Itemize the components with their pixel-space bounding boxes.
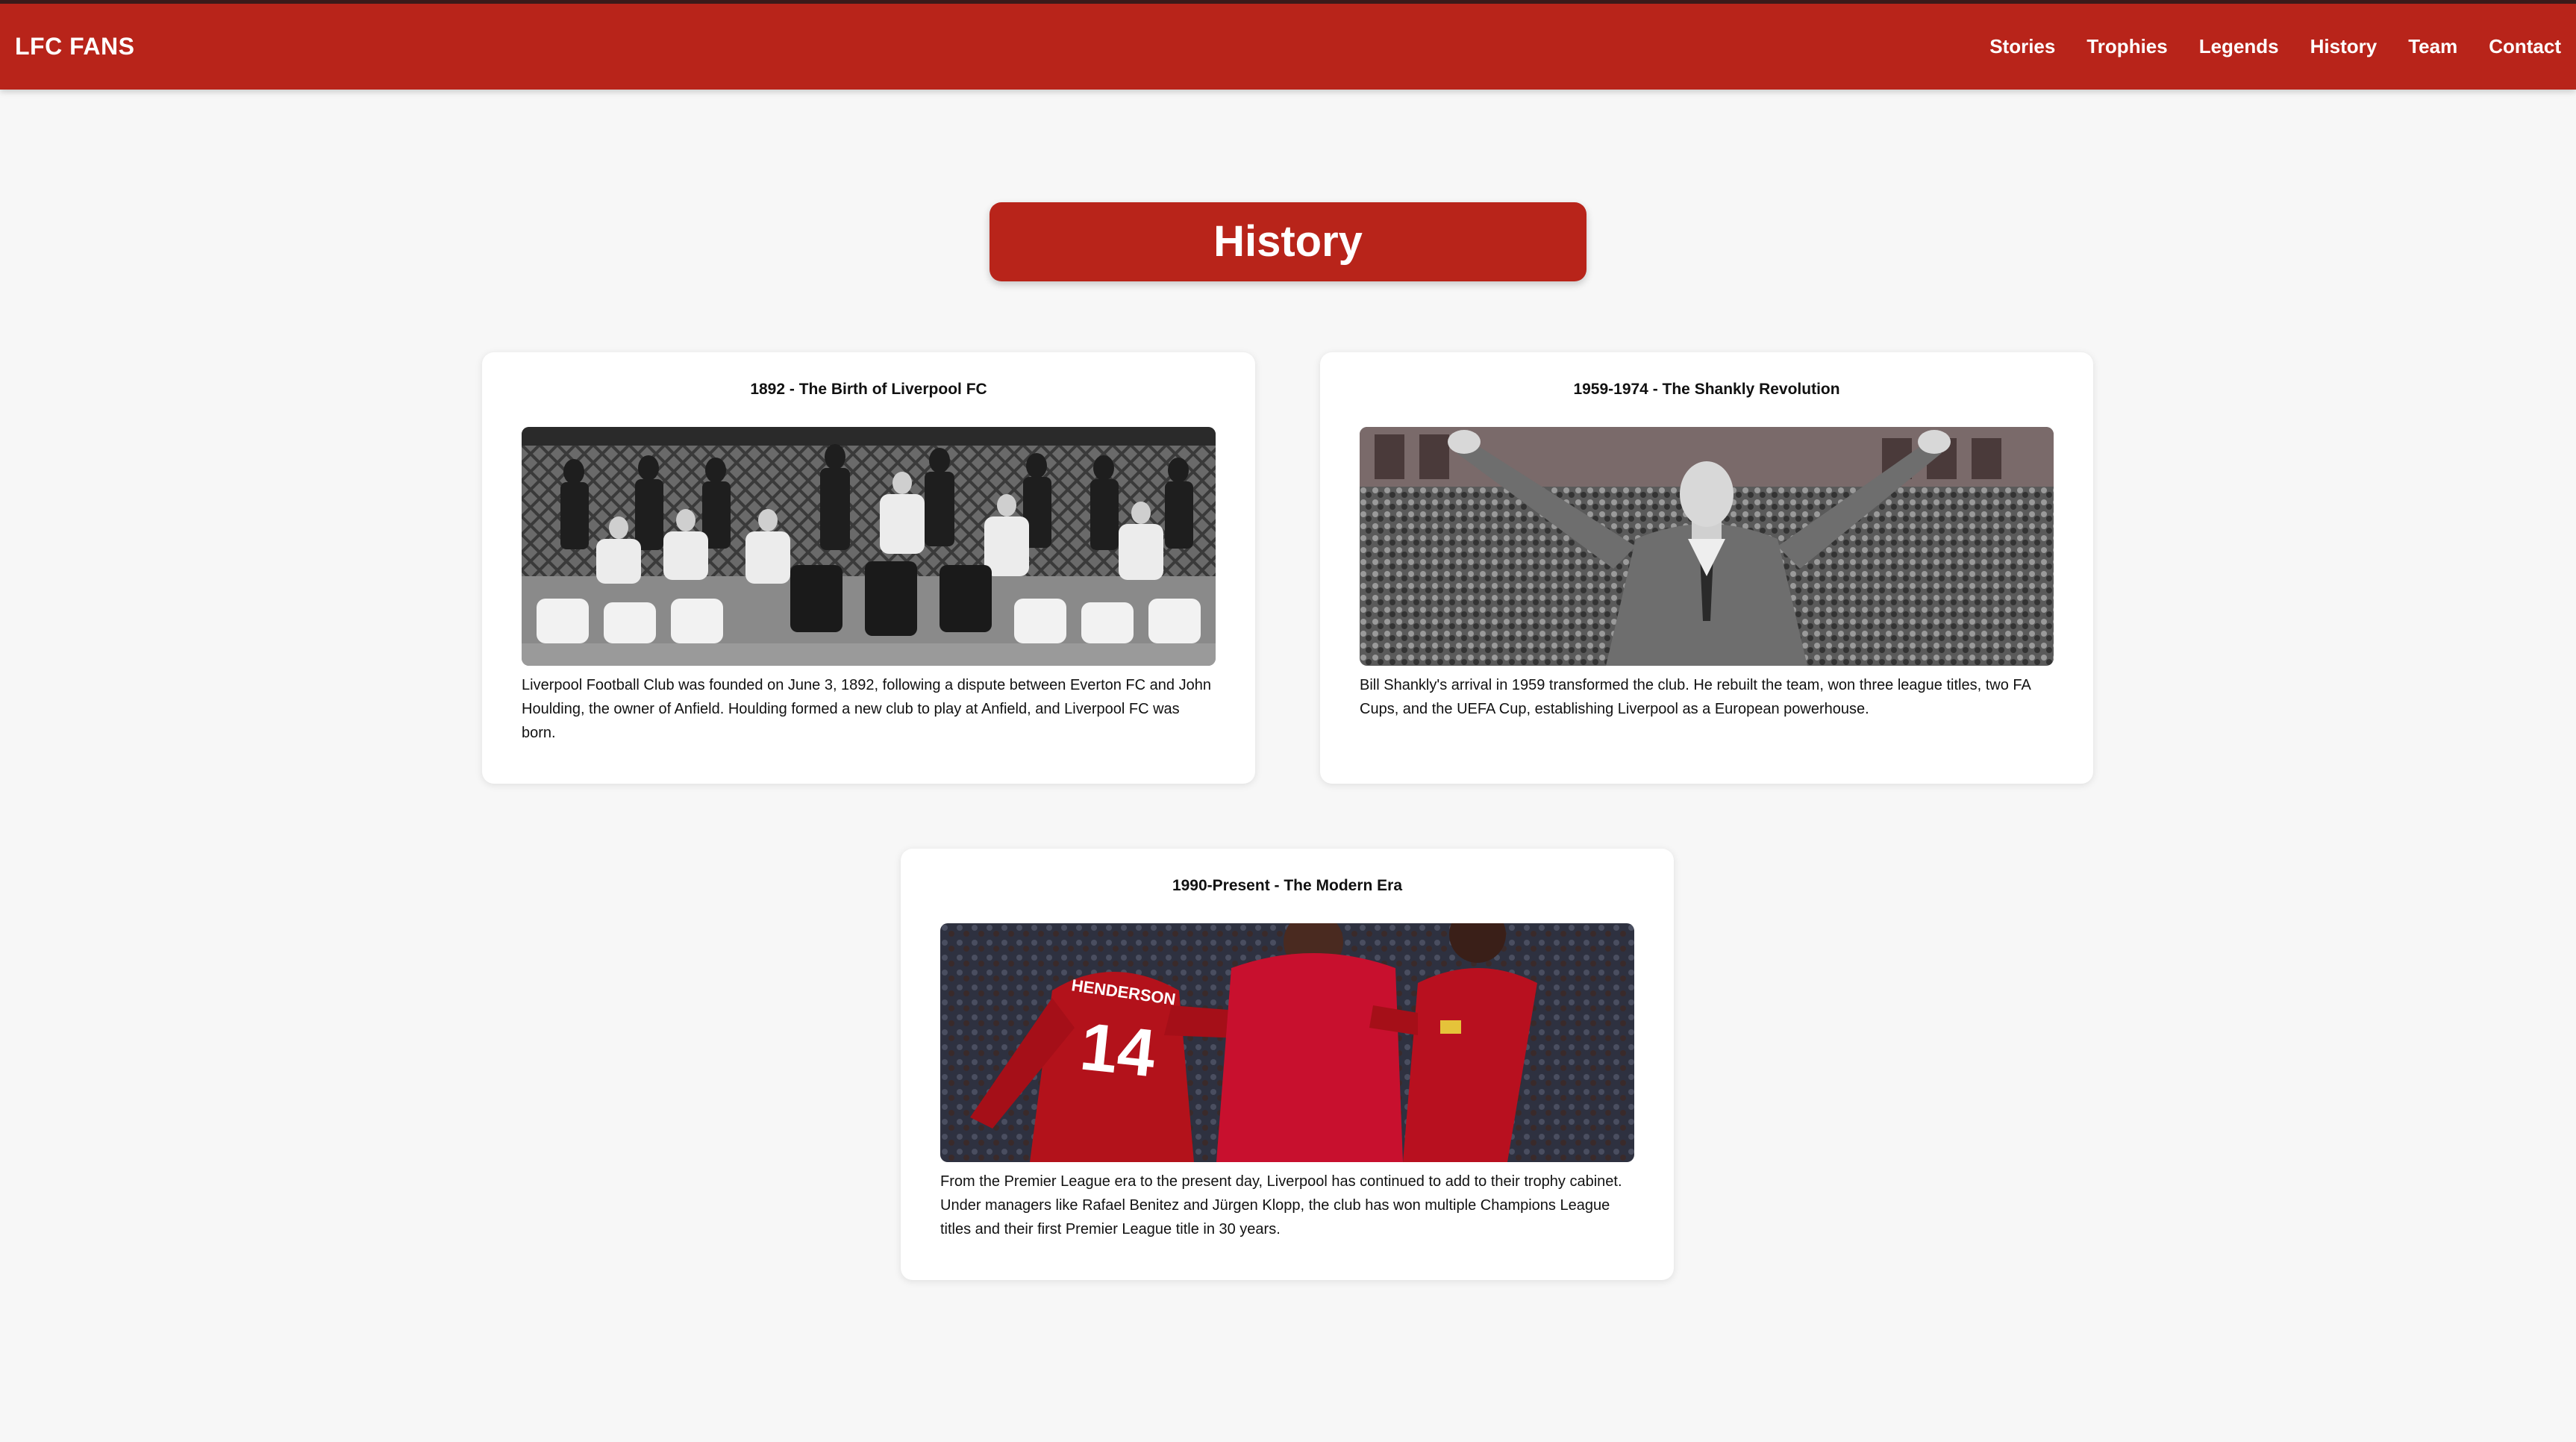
card-title: 1959-1974 - The Shankly Revolution [1573,381,1840,398]
nav-stories[interactable]: Stories [1989,35,2055,58]
brand-logo[interactable]: LFC FANS [15,4,134,90]
card-description: From the Premier League era to the prese… [940,1173,1622,1237]
nav-trophies[interactable]: Trophies [2086,35,2167,58]
nav-history[interactable]: History [2310,35,2378,58]
jersey-number: 14 [1077,1009,1159,1091]
nav-team[interactable]: Team [2408,35,2457,58]
history-card-modern-era: 1990-Present - The Modern Era HENDERSON … [901,849,1674,1280]
card-title: 1990-Present - The Modern Era [1172,877,1403,894]
nav-menu: Stories Trophies Legends History Team Co… [1989,4,2561,90]
history-card-shankly: 1959-1974 - The Shankly Revolution Bill … [1320,352,2093,784]
modern-players-photo-image: HENDERSON 14 [940,923,1634,1162]
history-card-1892: 1892 - The Birth of Liverpool FC Liverpo… [482,352,1255,784]
team-photo-1892-image [522,427,1216,666]
card-title: 1892 - The Birth of Liverpool FC [750,381,987,398]
shankly-crowd-photo-image [1360,427,2054,666]
navbar: LFC FANS Stories Trophies Legends Histor… [0,0,2576,90]
card-description: Bill Shankly's arrival in 1959 transform… [1360,677,2031,717]
nav-contact[interactable]: Contact [2489,35,2561,58]
page-title: History [990,202,1586,281]
nav-legends[interactable]: Legends [2199,35,2279,58]
card-description: Liverpool Football Club was founded on J… [522,677,1211,741]
